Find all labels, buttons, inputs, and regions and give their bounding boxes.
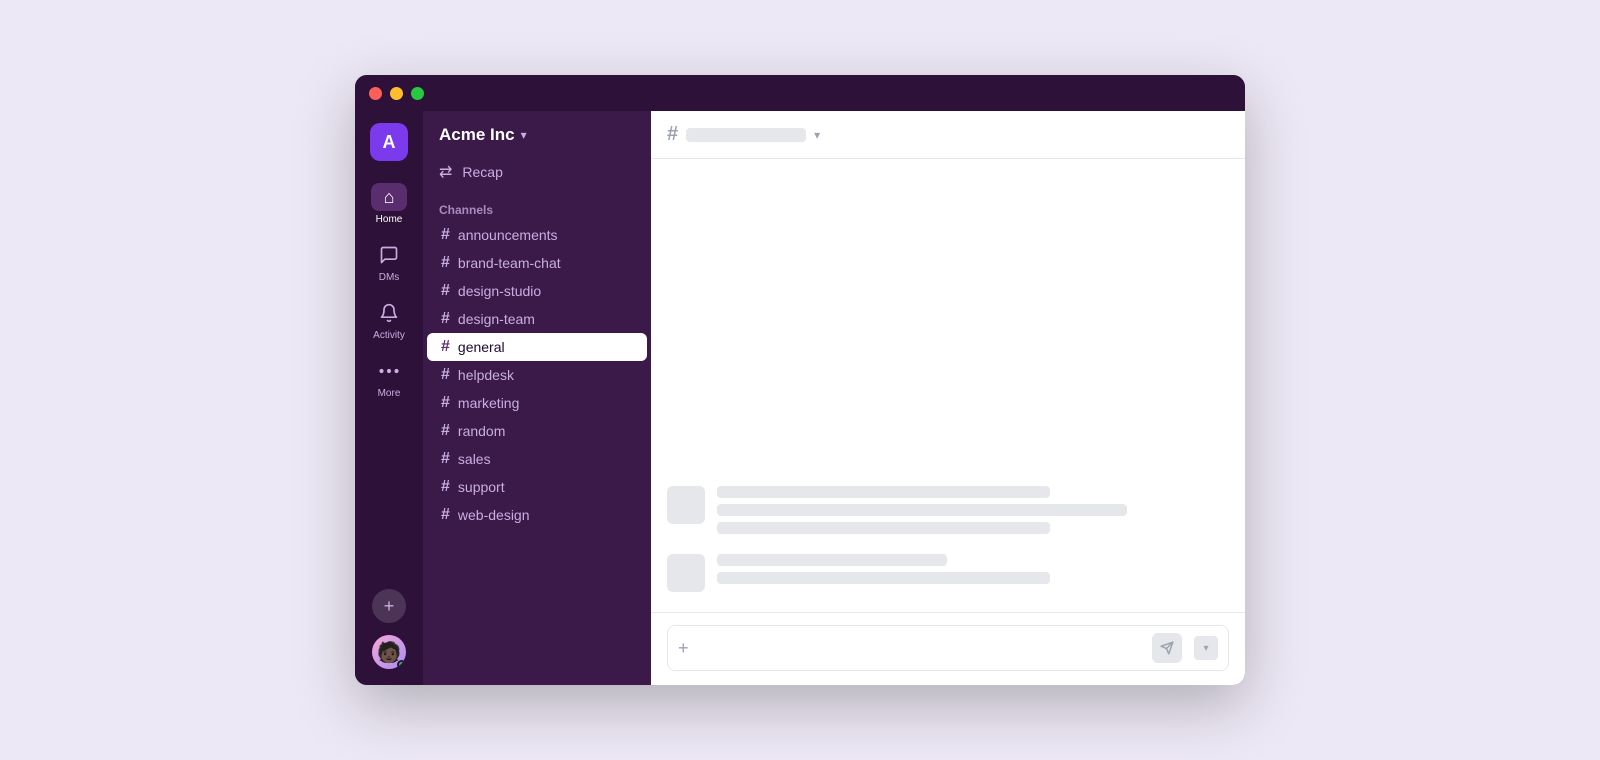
workspace-avatar[interactable]: A (370, 123, 408, 161)
hash-icon: # (441, 227, 450, 243)
channel-item-web-design[interactable]: # web-design (427, 501, 647, 529)
chat-header-hash-icon: # (667, 123, 678, 146)
hash-icon: # (441, 255, 450, 271)
channels-list: # announcements # brand-team-chat # desi… (423, 221, 651, 529)
hash-icon: # (441, 339, 450, 355)
home-icon: ⌂ (371, 183, 407, 211)
nav-item-home[interactable]: ⌂ Home (359, 177, 419, 231)
hash-icon: # (441, 311, 450, 327)
channel-item-support[interactable]: # support (427, 473, 647, 501)
nav-label-home: Home (376, 214, 403, 225)
channel-name: support (458, 479, 505, 495)
channel-item-brand-team-chat[interactable]: # brand-team-chat (427, 249, 647, 277)
message-row (667, 486, 1229, 534)
channel-name: design-team (458, 311, 535, 327)
channel-name: announcements (458, 227, 558, 243)
message-line-2 (717, 504, 1127, 516)
message-row (667, 554, 1229, 592)
channel-item-marketing[interactable]: # marketing (427, 389, 647, 417)
hash-icon: # (441, 507, 450, 523)
traffic-light-yellow[interactable] (390, 87, 403, 100)
workspace-header[interactable]: Acme Inc ▾ (423, 111, 651, 155)
main-layout: A ⌂ Home DMs (355, 111, 1245, 685)
chat-header-chevron-icon: ▾ (814, 128, 820, 142)
channel-item-sales[interactable]: # sales (427, 445, 647, 473)
channel-name: web-design (458, 507, 530, 523)
hash-icon: # (441, 283, 450, 299)
channel-name: marketing (458, 395, 519, 411)
recap-label: Recap (462, 164, 502, 180)
channel-item-random[interactable]: # random (427, 417, 647, 445)
traffic-light-green[interactable] (411, 87, 424, 100)
message-content (717, 486, 1229, 534)
activity-icon (371, 299, 407, 327)
channel-item-design-studio[interactable]: # design-studio (427, 277, 647, 305)
more-icon (371, 357, 407, 385)
chat-input-area: + ▾ (651, 612, 1245, 685)
message-input-box[interactable]: + ▾ (667, 625, 1229, 671)
channel-item-announcements[interactable]: # announcements (427, 221, 647, 249)
hash-icon: # (441, 479, 450, 495)
chat-header-channel-name (686, 128, 806, 142)
dms-icon (371, 241, 407, 269)
channel-name: general (458, 339, 505, 355)
channels-section-label: Channels (423, 197, 651, 221)
message-line-2 (717, 572, 1050, 584)
channel-name: design-studio (458, 283, 541, 299)
attach-icon[interactable]: + (678, 638, 689, 659)
message-content (717, 554, 1229, 584)
message-line-3 (717, 522, 1050, 534)
channel-item-general[interactable]: # general (427, 333, 647, 361)
nav-label-more: More (378, 388, 401, 399)
add-workspace-button[interactable]: + (372, 589, 406, 623)
chat-messages (651, 159, 1245, 612)
channel-item-helpdesk[interactable]: # helpdesk (427, 361, 647, 389)
nav-label-activity: Activity (373, 330, 405, 341)
workspace-name: Acme Inc (439, 125, 515, 145)
user-status-dot (397, 660, 406, 669)
hash-icon: # (441, 451, 450, 467)
recap-icon: ⇄ (439, 162, 452, 182)
hash-icon: # (441, 367, 450, 383)
send-options-button[interactable]: ▾ (1194, 636, 1218, 660)
chat-area: # ▾ (651, 111, 1245, 685)
icon-rail: A ⌂ Home DMs (355, 111, 423, 685)
title-bar (355, 75, 1245, 111)
channel-name: brand-team-chat (458, 255, 561, 271)
nav-item-activity[interactable]: Activity (359, 293, 419, 347)
recap-item[interactable]: ⇄ Recap (423, 155, 651, 189)
channel-name: sales (458, 451, 491, 467)
nav-item-more[interactable]: More (359, 351, 419, 405)
chat-header: # ▾ (651, 111, 1245, 159)
channel-sidebar: Acme Inc ▾ ⇄ Recap Channels # announceme… (423, 111, 651, 685)
message-line-1 (717, 486, 1050, 498)
nav-item-dms[interactable]: DMs (359, 235, 419, 289)
channel-name: random (458, 423, 505, 439)
message-line-1 (717, 554, 947, 566)
workspace-chevron-icon: ▾ (521, 128, 527, 142)
traffic-light-red[interactable] (369, 87, 382, 100)
channel-item-design-team[interactable]: # design-team (427, 305, 647, 333)
nav-label-dms: DMs (379, 272, 400, 283)
hash-icon: # (441, 395, 450, 411)
hash-icon: # (441, 423, 450, 439)
message-avatar (667, 554, 705, 592)
app-window: A ⌂ Home DMs (355, 75, 1245, 685)
send-button[interactable] (1152, 633, 1182, 663)
user-avatar[interactable]: 🧑🏿 (372, 635, 406, 669)
message-avatar (667, 486, 705, 524)
channel-name: helpdesk (458, 367, 514, 383)
